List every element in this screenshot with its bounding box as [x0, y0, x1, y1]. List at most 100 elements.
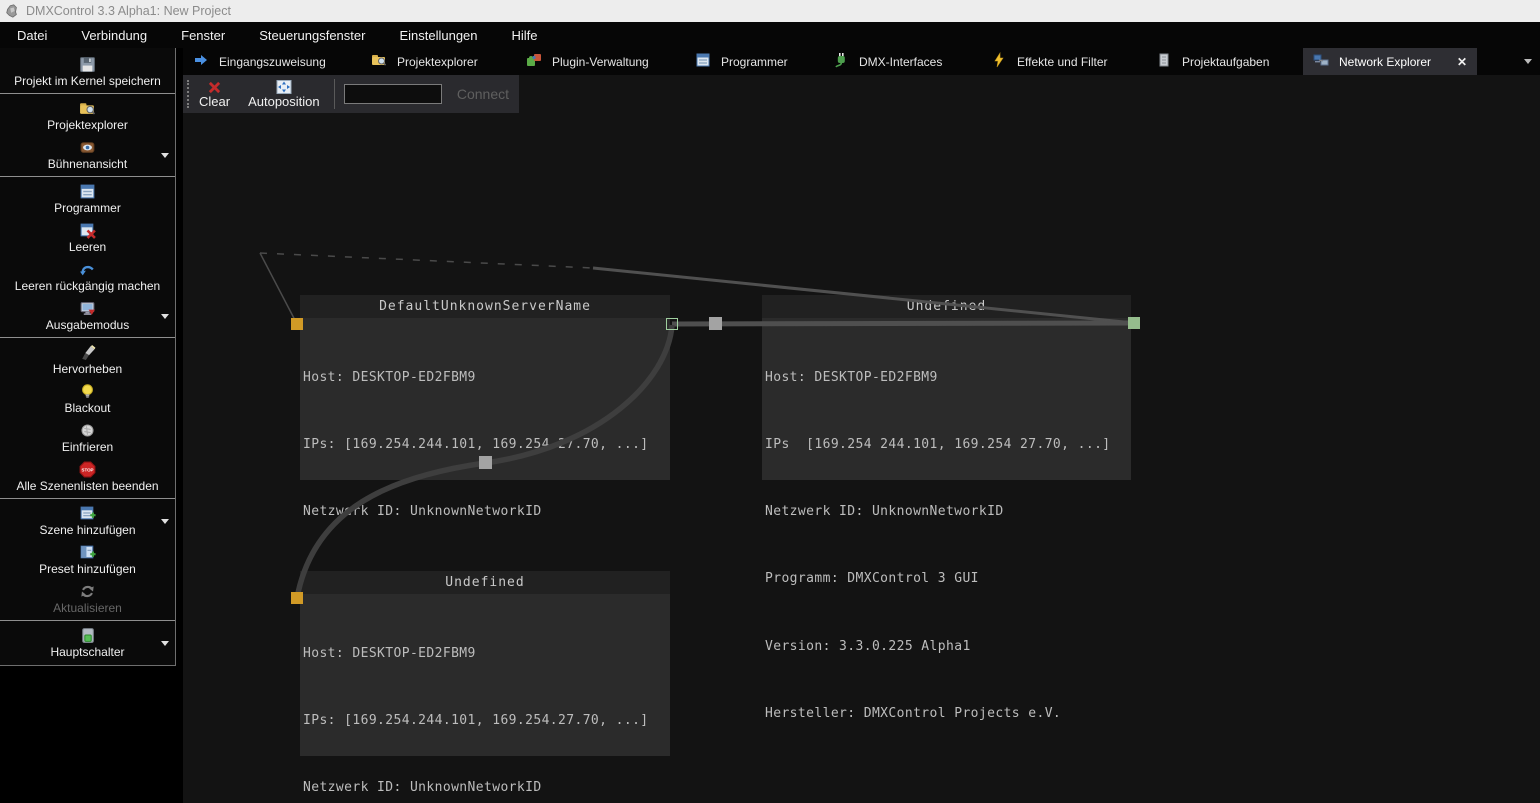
- sidebar-item-blackout[interactable]: Blackout: [0, 379, 175, 418]
- sidebar-item-hauptschalter[interactable]: Hauptschalter: [0, 623, 175, 662]
- network-toolbar: Clear Autoposition Connect: [183, 75, 519, 113]
- save-project-icon: [79, 56, 96, 73]
- menubar: Datei Verbindung Fenster Steuerungsfenst…: [0, 22, 1540, 48]
- tab-programmer[interactable]: Programmer: [685, 48, 823, 75]
- node-ips-line: IPs: [169.254.244.101, 169.254.27.70, ..…: [303, 710, 667, 732]
- sidebar-separator: [0, 498, 175, 499]
- tab-plugin-verwaltung[interactable]: Plugin-Verwaltung: [516, 48, 685, 75]
- titlebar: DMXControl 3.3 Alpha1: New Project: [0, 0, 1540, 22]
- node-host-line: Host: DESKTOP-ED2FBM9: [303, 643, 667, 665]
- tab-projektexplorer[interactable]: Projektexplorer: [361, 48, 516, 75]
- node-title[interactable]: DefaultUnknownServerName: [300, 295, 670, 318]
- programmer-icon: [695, 52, 711, 71]
- project-explorer-icon: [371, 52, 387, 71]
- node-vendor-line: Hersteller: DMXControl Projects e.V.: [765, 703, 1128, 725]
- network-node-card-gui[interactable]: Undefined Host: DESKTOP-ED2FBM9 IPs [169…: [762, 295, 1131, 480]
- sidebar: Projekt im Kernel speichern Projektexplo…: [0, 48, 176, 666]
- sidebar-item-ausgabemodus[interactable]: Ausgabemodus: [0, 296, 175, 335]
- menu-fenster[interactable]: Fenster: [164, 22, 242, 48]
- dropdown-arrow-icon[interactable]: [161, 314, 169, 319]
- sidebar-item-einfrieren[interactable]: Einfrieren: [0, 418, 175, 457]
- node-network-id-line: Netzwerk ID: UnknownNetworkID: [303, 777, 667, 799]
- sidebar-item-hervorheben[interactable]: Hervorheben: [0, 340, 175, 379]
- sidebar-item-leeren[interactable]: Leeren: [0, 218, 175, 257]
- node-title[interactable]: Undefined: [300, 571, 670, 594]
- sidebar-separator: [0, 337, 175, 338]
- node-host-line: Host: DESKTOP-ED2FBM9: [765, 367, 1128, 389]
- dropdown-arrow-icon[interactable]: [161, 641, 169, 646]
- sidebar-item-projektexplorer[interactable]: Projektexplorer: [0, 96, 175, 135]
- tab-overflow-icon[interactable]: [1524, 48, 1540, 75]
- dmxcontrol-logo-icon: [5, 4, 19, 18]
- tab-close-icon[interactable]: ✕: [1457, 55, 1467, 69]
- programmer-icon: [79, 183, 96, 200]
- input-assignment-icon: [193, 52, 209, 71]
- dropdown-arrow-icon[interactable]: [161, 519, 169, 524]
- stage-view-icon: [79, 139, 96, 156]
- sidebar-item-buehnenansicht[interactable]: Bühnenansicht: [0, 135, 175, 174]
- refresh-icon: [79, 583, 96, 600]
- node-version-line: Version: 3.3.0.225 Alpha1: [765, 636, 1128, 658]
- tab-network-explorer[interactable]: Network Explorer ✕: [1303, 48, 1477, 75]
- menu-hilfe[interactable]: Hilfe: [495, 22, 555, 48]
- sidebar-item-alle-szenenlisten-beenden[interactable]: STOP Alle Szenenlisten beenden: [0, 457, 175, 496]
- project-tasks-icon: [1156, 52, 1172, 71]
- clear-x-icon: [207, 79, 222, 94]
- blackout-icon: [79, 383, 96, 400]
- window-title: DMXControl 3.3 Alpha1: New Project: [26, 4, 231, 18]
- node-program-line: Programm: DMXControl 3 GUI: [765, 568, 1128, 590]
- sidebar-item-aktualisieren: Aktualisieren: [0, 579, 175, 618]
- sidebar-item-leeren-rueckgaengig-machen[interactable]: Leeren rückgängig machen: [0, 257, 175, 296]
- network-node-card-kernel[interactable]: Undefined Host: DESKTOP-ED2FBM9 IPs: [16…: [300, 571, 670, 756]
- network-explorer-icon: [1313, 52, 1329, 71]
- connect-address-input[interactable]: [344, 84, 442, 104]
- add-scene-icon: [79, 505, 96, 522]
- sidebar-item-projekt-im-kernel-speichern[interactable]: Projekt im Kernel speichern: [0, 52, 175, 91]
- menu-steuerungsfenster[interactable]: Steuerungsfenster: [242, 22, 382, 48]
- svg-text:STOP: STOP: [81, 467, 93, 472]
- network-explorer-canvas[interactable]: Clear Autoposition Connect DefaultUnknow…: [183, 75, 1540, 803]
- sidebar-separator: [0, 620, 175, 621]
- autoposition-icon: [276, 79, 292, 94]
- node-ips-line: IPs [169.254 244.101, 169.254 27.70, ...…: [765, 434, 1128, 456]
- autoposition-button[interactable]: Autoposition: [239, 75, 329, 113]
- node-network-id-line: Netzwerk ID: UnknownNetworkID: [765, 501, 1128, 523]
- connection-line-short: [260, 253, 297, 324]
- node-ips-line: IPs: [169.254.244.101, 169.254.27.70, ..…: [303, 434, 667, 456]
- highlight-icon: [79, 344, 96, 361]
- connection-handle[interactable]: [709, 317, 722, 330]
- tab-projektaufgaben[interactable]: Projektaufgaben: [1146, 48, 1303, 75]
- sidebar-item-preset-hinzufuegen[interactable]: Preset hinzufügen: [0, 540, 175, 579]
- tabstrip: Eingangszuweisung Projektexplorer Plugin…: [183, 48, 1540, 75]
- sidebar-separator: [0, 93, 175, 94]
- clear-button[interactable]: Clear: [190, 75, 239, 113]
- network-node-card-server[interactable]: DefaultUnknownServerName Host: DESKTOP-E…: [300, 295, 670, 480]
- tab-dmx-interfaces[interactable]: DMX-Interfaces: [823, 48, 981, 75]
- node-host-line: Host: DESKTOP-ED2FBM9: [303, 367, 667, 389]
- sidebar-separator: [0, 176, 175, 177]
- stop-all-icon: STOP: [79, 461, 96, 478]
- output-mode-icon: [79, 300, 96, 317]
- tab-eingangszuweisung[interactable]: Eingangszuweisung: [183, 48, 361, 75]
- tab-effekte-und-filter[interactable]: Effekte und Filter: [981, 48, 1146, 75]
- clear-programmer-icon: [79, 222, 96, 239]
- menu-einstellungen[interactable]: Einstellungen: [382, 22, 494, 48]
- dmxcontrol-window: DMXControl 3.3 Alpha1: New Project Datei…: [0, 0, 1540, 803]
- dmx-interfaces-icon: [833, 52, 849, 71]
- main-switch-icon: [79, 627, 96, 644]
- connection-line-dashed: [260, 253, 593, 268]
- freeze-icon: [79, 422, 96, 439]
- node-title[interactable]: Undefined: [762, 295, 1131, 318]
- menu-datei[interactable]: Datei: [0, 22, 64, 48]
- effects-filter-icon: [991, 52, 1007, 71]
- plugin-management-icon: [526, 52, 542, 71]
- node-network-id-line: Netzwerk ID: UnknownNetworkID: [303, 501, 667, 523]
- project-explorer-icon: [79, 100, 96, 117]
- dropdown-arrow-icon[interactable]: [161, 153, 169, 158]
- undo-clear-icon: [79, 261, 96, 278]
- menu-verbindung[interactable]: Verbindung: [64, 22, 164, 48]
- add-preset-icon: [79, 544, 96, 561]
- connect-button[interactable]: Connect: [447, 86, 519, 102]
- sidebar-item-programmer[interactable]: Programmer: [0, 179, 175, 218]
- sidebar-item-szene-hinzufuegen[interactable]: Szene hinzufügen: [0, 501, 175, 540]
